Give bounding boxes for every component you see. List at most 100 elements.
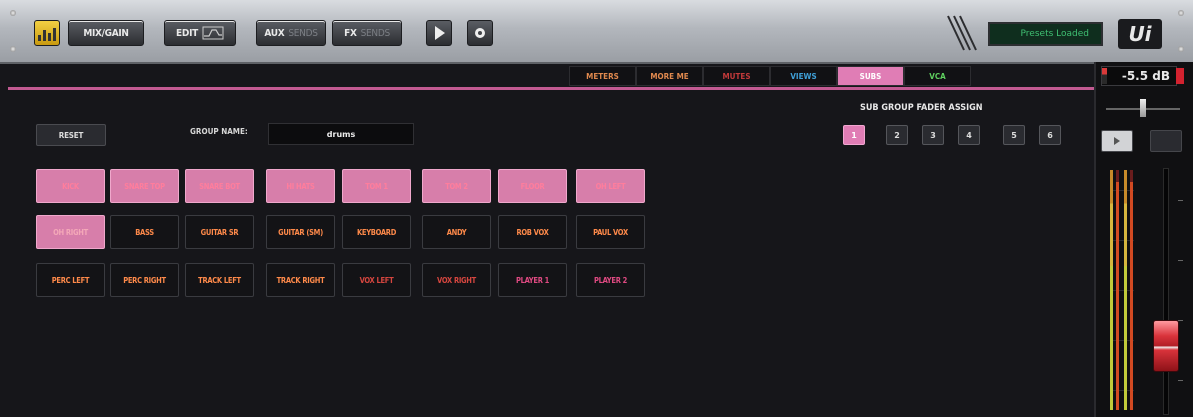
channel-label: GUITAR (SM) xyxy=(278,227,323,237)
logo-text: Ui xyxy=(1128,22,1152,46)
channel-button[interactable]: TRACK LEFT xyxy=(185,263,254,297)
preset-display: Presets Loaded xyxy=(988,22,1103,46)
channel-button[interactable]: SNARE TOP xyxy=(110,169,179,203)
sub-group-button-label: 3 xyxy=(930,130,936,140)
tab-subs[interactable]: SUBS xyxy=(837,66,904,86)
channel-button[interactable]: GUITAR (SM) xyxy=(266,215,335,249)
fader-scale-mark xyxy=(1178,260,1183,261)
reset-button[interactable]: RESET xyxy=(36,124,106,146)
channel-fader[interactable] xyxy=(1153,320,1179,372)
edit-eq-icon xyxy=(202,26,224,40)
channel-button[interactable]: ROB VOX xyxy=(498,215,567,249)
mix-gain-button[interactable]: MIX/GAIN xyxy=(68,20,144,46)
group-name-value: drums xyxy=(326,129,356,139)
record-button[interactable] xyxy=(467,20,493,46)
rivet-icon xyxy=(1178,10,1184,16)
sub-group-button-3[interactable]: 3 xyxy=(922,125,944,145)
channel-button[interactable]: OH RIGHT xyxy=(36,215,105,249)
channel-label: PERC LEFT xyxy=(51,275,90,285)
channel-button[interactable]: KICK xyxy=(36,169,105,203)
rivet-icon xyxy=(10,10,16,16)
channel-button[interactable]: PERC RIGHT xyxy=(110,263,179,297)
channel-label: PLAYER 1 xyxy=(515,275,550,285)
fader-scale-mark xyxy=(1178,380,1183,381)
channel-button[interactable]: KEYBOARD xyxy=(342,215,411,249)
sub-group-button-label: 5 xyxy=(1011,130,1017,140)
channel-label: SNARE BOT xyxy=(199,181,240,191)
channel-label: OH RIGHT xyxy=(53,227,88,237)
channel-label: PLAYER 2 xyxy=(593,275,628,285)
channel-button[interactable]: GUITAR SR xyxy=(185,215,254,249)
channel-label: OH LEFT xyxy=(595,181,626,191)
channel-button[interactable]: BASS xyxy=(110,215,179,249)
channel-label: ROB VOX xyxy=(516,227,549,237)
channel-button[interactable]: VOX RIGHT xyxy=(422,263,491,297)
channel-button[interactable]: PLAYER 1 xyxy=(498,263,567,297)
play-icon xyxy=(1114,137,1120,145)
channel-button[interactable]: HI HATS xyxy=(266,169,335,203)
channel-label: TRACK LEFT xyxy=(198,275,241,285)
channel-label: ANDY xyxy=(446,227,467,237)
reset-label: RESET xyxy=(58,130,84,140)
tab-vca[interactable]: VCA xyxy=(904,66,971,86)
channel-button[interactable]: VOX LEFT xyxy=(342,263,411,297)
channel-label: KEYBOARD xyxy=(356,227,397,237)
channel-label: FLOOR xyxy=(520,181,545,191)
ui-logo: Ui xyxy=(1118,19,1162,49)
rivet-icon xyxy=(10,46,16,52)
level-meter-left-peak xyxy=(1116,170,1119,410)
mute-button[interactable] xyxy=(1150,130,1182,152)
tab-underline-divider xyxy=(8,87,1094,90)
tab-meters[interactable]: METERS xyxy=(569,66,636,86)
level-meter-right-peak xyxy=(1130,170,1133,410)
mix-gain-label: MIX/GAIN xyxy=(83,27,129,39)
play-button[interactable] xyxy=(426,20,452,46)
channel-label: PERC RIGHT xyxy=(123,275,166,285)
channel-button[interactable]: PERC LEFT xyxy=(36,263,105,297)
record-icon xyxy=(475,28,485,38)
channel-button[interactable]: OH LEFT xyxy=(576,169,645,203)
channel-label: PAUL VOX xyxy=(593,227,628,237)
sub-group-button-5[interactable]: 5 xyxy=(1003,125,1025,145)
pan-slider[interactable] xyxy=(1140,99,1146,117)
channel-button[interactable]: ANDY xyxy=(422,215,491,249)
meter-bar-icon xyxy=(38,35,41,41)
level-meter-right xyxy=(1124,170,1127,410)
tab-mutes-label: MUTES xyxy=(722,71,751,81)
meter-bar-icon xyxy=(43,30,46,41)
sub-group-button-4[interactable]: 4 xyxy=(958,125,980,145)
sub-group-button-2[interactable]: 2 xyxy=(886,125,908,145)
fader-scale-mark xyxy=(1178,200,1183,201)
channel-button[interactable]: PLAYER 2 xyxy=(576,263,645,297)
fader-track xyxy=(1163,168,1169,415)
play-icon xyxy=(435,26,445,40)
tab-more-me-label: MORE ME xyxy=(650,71,689,81)
listen-button[interactable] xyxy=(1101,130,1133,152)
sub-group-button-label: 1 xyxy=(851,130,857,140)
tab-more-me[interactable]: MORE ME xyxy=(636,66,703,86)
tab-views[interactable]: VIEWS xyxy=(770,66,837,86)
sub-group-button-label: 2 xyxy=(894,130,900,140)
channel-button[interactable]: FLOOR xyxy=(498,169,567,203)
channel-label: TRACK RIGHT xyxy=(276,275,325,285)
preset-display-text: Presets Loaded xyxy=(1020,29,1089,39)
meters-view-button[interactable] xyxy=(34,20,60,46)
edit-button[interactable]: EDIT xyxy=(164,20,236,46)
aux-label: AUX xyxy=(264,27,285,39)
channel-button[interactable]: SNARE BOT xyxy=(185,169,254,203)
channel-button[interactable]: TOM 1 xyxy=(342,169,411,203)
level-meter-left xyxy=(1110,170,1113,410)
fx-sends-button[interactable]: FX SENDS xyxy=(332,20,402,46)
group-name-field[interactable]: drums xyxy=(268,123,414,145)
sub-group-button-1[interactable]: 1 xyxy=(843,125,865,145)
sub-group-button-6[interactable]: 6 xyxy=(1039,125,1061,145)
channel-button[interactable]: TRACK RIGHT xyxy=(266,263,335,297)
tab-subs-label: SUBS xyxy=(859,71,882,81)
aux-sends-button[interactable]: AUX SENDS xyxy=(256,20,326,46)
channel-button[interactable]: TOM 2 xyxy=(422,169,491,203)
channel-label: TOM 2 xyxy=(445,181,468,191)
channel-button[interactable]: PAUL VOX xyxy=(576,215,645,249)
channel-label: KICK xyxy=(62,181,79,191)
channel-label: BASS xyxy=(135,227,154,237)
tab-mutes[interactable]: MUTES xyxy=(703,66,770,86)
